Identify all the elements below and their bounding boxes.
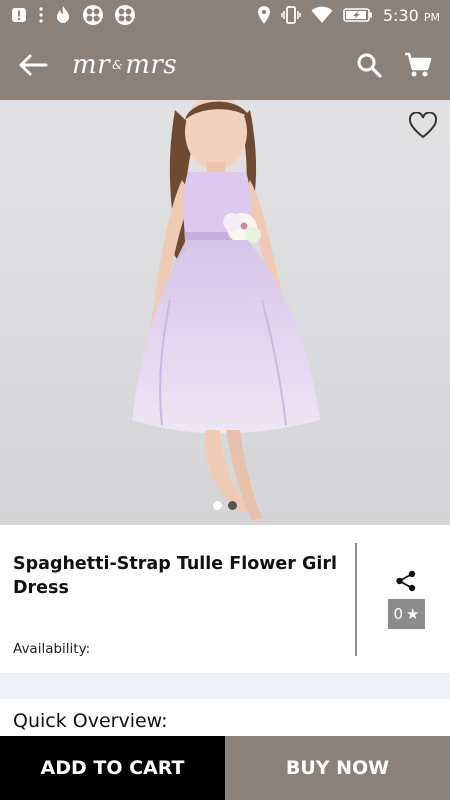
vertical-divider [355, 543, 357, 656]
bottom-action-bar: ADD TO CART BUY NOW [0, 736, 450, 800]
status-left-icons [10, 4, 136, 26]
brand-logo: mr & mrs [72, 50, 177, 80]
share-icon[interactable] [395, 570, 417, 596]
product-image-carousel[interactable] [0, 100, 450, 525]
carousel-dot[interactable] [228, 501, 237, 510]
search-icon[interactable] [356, 52, 382, 78]
status-bar: 5:30 PM [0, 0, 450, 30]
cart-icon[interactable] [404, 51, 432, 79]
flame-icon [54, 5, 72, 25]
rating-value: 0 [393, 605, 404, 623]
app-bar: mr & mrs [0, 30, 450, 100]
logo-knot: & [112, 58, 124, 72]
favorite-heart-icon[interactable] [408, 111, 438, 144]
clover-icon [114, 4, 136, 26]
location-icon [257, 5, 271, 25]
buy-now-button[interactable]: BUY NOW [225, 736, 450, 800]
status-time-value: 5:30 [382, 5, 419, 25]
alert-icon [10, 6, 28, 24]
back-arrow-icon[interactable] [18, 54, 48, 76]
wifi-icon [311, 6, 333, 24]
add-to-cart-button[interactable]: ADD TO CART [0, 736, 225, 800]
star-icon: ★ [406, 605, 420, 623]
more-vert-icon [38, 6, 44, 24]
clover-icon [82, 4, 104, 26]
carousel-dot-active[interactable] [213, 501, 222, 510]
app-actions [356, 51, 432, 79]
vibrate-icon [281, 6, 301, 24]
product-title: Spaghetti-Strap Tulle Flower Girl Dress [13, 554, 337, 598]
product-info-card: Spaghetti-Strap Tulle Flower Girl Dress … [0, 525, 450, 673]
status-right-icons: 5:30 PM [257, 5, 440, 25]
status-time: 5:30 PM [383, 6, 440, 25]
quick-overview-heading: Quick Overview: [13, 710, 168, 732]
carousel-indicator [213, 501, 237, 510]
section-divider-band [0, 673, 450, 699]
logo-right: mrs [125, 50, 178, 80]
availability-label: Availability: [13, 641, 91, 657]
rating-badge[interactable]: 0 ★ [388, 599, 425, 629]
status-time-suffix: PM [423, 10, 440, 24]
battery-charging-icon [343, 7, 373, 23]
logo-left: mr [72, 50, 111, 80]
product-photo [0, 100, 450, 525]
